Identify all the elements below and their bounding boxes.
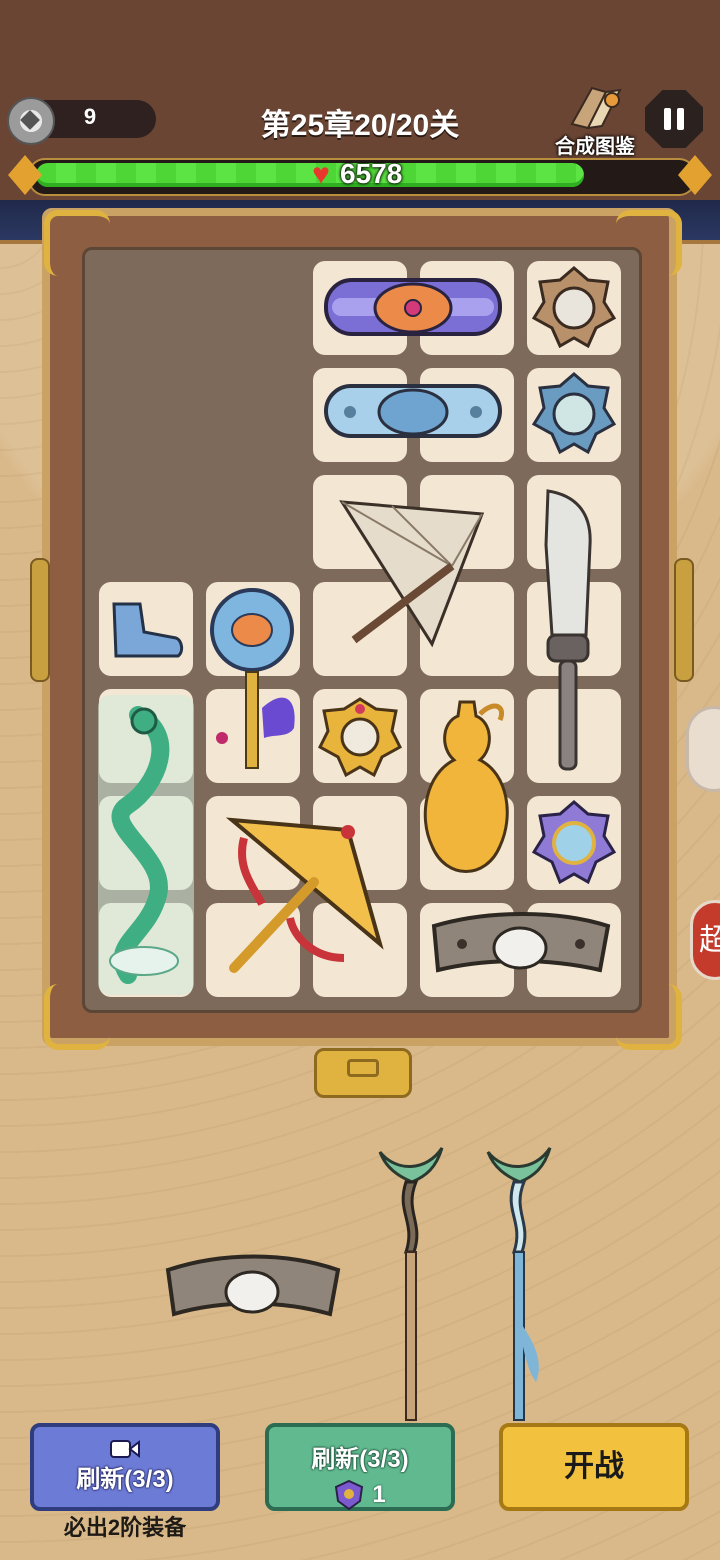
gold-mirror-amulet-icon[interactable] — [532, 266, 616, 350]
pause-button[interactable] — [645, 90, 703, 148]
blue-boot-icon[interactable] — [106, 598, 186, 662]
codex-label[interactable]: 合成图鉴 — [545, 130, 645, 159]
paper-umbrella-icon[interactable] — [332, 494, 502, 654]
pause-icon — [664, 108, 671, 130]
jade-lotus-amulet-icon[interactable] — [532, 372, 616, 456]
broadsword-icon[interactable] — [534, 485, 614, 775]
refresh-label: 刷新(3/3) — [311, 1446, 409, 1473]
tray-grey-cloud-belt-icon[interactable] — [162, 1248, 344, 1334]
golden-gourd-icon[interactable] — [420, 696, 514, 886]
golden-war-umbrella-icon[interactable] — [224, 808, 390, 978]
ad-refresh-label: 刷新(3/3) — [76, 1466, 174, 1493]
grey-cloud-belt-icon[interactable] — [428, 906, 614, 994]
pause-icon-bar — [677, 108, 684, 130]
refresh-cost: 1 — [372, 1481, 386, 1508]
purple-jade-amulet-icon[interactable] — [532, 800, 616, 886]
jade-dragon-icon[interactable] — [98, 695, 194, 995]
coin-icon — [7, 97, 55, 145]
start-battle-button[interactable]: 开战 — [499, 1423, 689, 1511]
frame-hinge — [674, 558, 694, 682]
ad-refresh-note: 必出2阶装备 — [63, 1515, 187, 1540]
refresh-button[interactable]: 刷新(3/3) 1 — [265, 1423, 455, 1511]
coin-count: 9 — [83, 104, 97, 129]
blue-cloud-belt-icon[interactable] — [320, 372, 506, 452]
gold-mirror-charm-icon[interactable] — [318, 697, 402, 777]
side-box-tab[interactable] — [686, 706, 720, 792]
chapter-title: 第25章20/20关 — [260, 109, 460, 142]
ad-refresh-button[interactable]: 刷新(3/3) — [30, 1423, 220, 1511]
side-red-tab[interactable]: 超 — [690, 900, 720, 980]
shield-token-icon — [335, 1479, 364, 1511]
heart-icon: ♥ — [312, 158, 330, 191]
refresh-cost-row: 1 — [269, 1478, 451, 1512]
health-value: 6578 — [340, 158, 403, 189]
tray-jade-spear-icon[interactable] — [484, 1142, 554, 1422]
frame-hinge — [30, 558, 50, 682]
lotus-fan-scepter-icon[interactable] — [208, 588, 300, 776]
start-battle-label: 开战 — [564, 1450, 624, 1483]
board-clasp — [314, 1048, 412, 1098]
codex-book-icon[interactable] — [566, 78, 626, 130]
video-camera-icon — [110, 1439, 140, 1459]
purple-flame-belt-icon[interactable] — [320, 268, 506, 348]
tray-wooden-spear-icon[interactable] — [376, 1142, 446, 1422]
